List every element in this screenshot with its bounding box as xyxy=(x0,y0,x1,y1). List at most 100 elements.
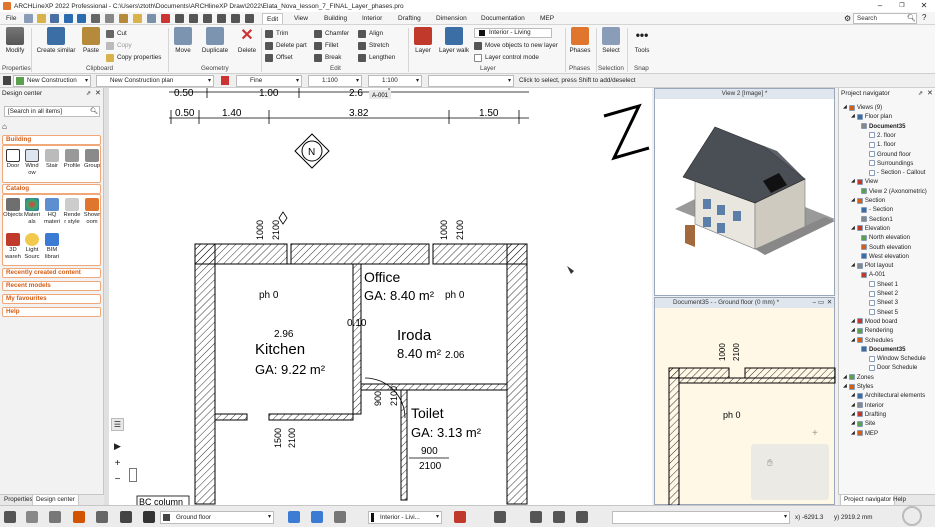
menu-file[interactable]: File xyxy=(2,13,20,24)
navigator-item[interactable]: ◢ Zones xyxy=(843,374,874,381)
view-3d-window[interactable]: View 2 [Image] * xyxy=(654,88,835,296)
align-button[interactable]: Align xyxy=(358,28,383,39)
paste-button[interactable]: Paste xyxy=(80,27,102,54)
quick-undo-icon[interactable] xyxy=(64,14,73,23)
expand-arrow-icon[interactable]: ◢ xyxy=(851,392,855,399)
search-icon[interactable]: 🔍︎ xyxy=(907,14,916,22)
door-tile[interactable]: Door xyxy=(3,149,23,170)
zoom-slider[interactable] xyxy=(129,468,137,482)
hq-materials-tile[interactable]: HQ materi xyxy=(42,198,62,225)
navigator-item[interactable]: ◢ Floor plan xyxy=(851,113,892,120)
expand-arrow-icon[interactable]: ◢ xyxy=(851,178,855,185)
window-tile[interactable]: Wind ow xyxy=(22,149,42,176)
pin-icon[interactable]: ⇗ xyxy=(918,90,923,97)
navigator-item[interactable]: ◢ Interior xyxy=(851,402,884,409)
list-icon[interactable]: ☰ xyxy=(111,418,124,431)
navigator-item[interactable]: ◢ Drafting xyxy=(851,411,886,418)
navigator-item[interactable]: ◢ View xyxy=(851,178,878,185)
play-icon[interactable]: ▶ xyxy=(111,440,124,453)
snap-icon[interactable] xyxy=(494,511,506,523)
scale-select-1[interactable]: 1:100 ▾ xyxy=(308,75,362,87)
tab-building[interactable]: Building xyxy=(320,13,351,24)
navigator-item[interactable]: ◢ Views (9) xyxy=(843,104,882,111)
navigator-item[interactable]: Sheet 2 xyxy=(867,290,898,297)
duplicate-button[interactable]: Duplicate xyxy=(200,27,230,54)
create-similar-button[interactable]: Create similar xyxy=(35,27,77,54)
navigator-item[interactable]: ◢ Plot layout xyxy=(851,262,893,269)
floor-plan-drawing[interactable]: 0.50 1.00 2.6 A-001 0.50 1.40 3.82 1.50 … xyxy=(109,88,652,505)
move-objects-button[interactable]: Move objects to new layer xyxy=(474,40,558,51)
select-button[interactable]: Select xyxy=(600,27,622,54)
pen-icon[interactable] xyxy=(221,76,229,85)
quick-cut-icon[interactable] xyxy=(91,14,100,23)
expand-arrow-icon[interactable]: ◢ xyxy=(851,197,855,204)
pan-hand-icon[interactable]: ✋︎ xyxy=(767,458,773,469)
close-icon[interactable]: ✕ xyxy=(827,298,832,308)
quick-tool-icon-4[interactable] xyxy=(217,14,226,23)
measure-icon[interactable] xyxy=(530,511,542,523)
navigator-item[interactable]: ◢ Styles xyxy=(843,383,873,390)
scale-select-2[interactable]: 1:100 ▾ xyxy=(368,75,422,87)
delete-button[interactable]: ✕ Delete xyxy=(236,27,258,54)
layer-button[interactable]: Layer xyxy=(412,27,434,54)
delete-part-button[interactable]: Delete part xyxy=(265,40,307,51)
expand-arrow-icon[interactable]: ◢ xyxy=(851,327,855,334)
chamfer-button[interactable]: Chamfer xyxy=(314,28,349,39)
close-button[interactable]: ✕ xyxy=(913,0,935,12)
expand-arrow-icon[interactable]: ◢ xyxy=(843,383,847,390)
design-center-search[interactable]: [Search in all items] xyxy=(4,106,100,117)
navigator-item[interactable]: Surroundings xyxy=(867,160,913,167)
trim-button[interactable]: Trim xyxy=(265,28,288,39)
navigator-item[interactable]: ◢ Schedules xyxy=(851,337,893,344)
offset-button[interactable]: Offset xyxy=(265,52,293,63)
expand-arrow-icon[interactable]: ◢ xyxy=(843,374,847,381)
list-icon[interactable] xyxy=(143,511,155,523)
navigator-item[interactable]: Sheet 1 xyxy=(867,281,898,288)
expand-arrow-icon[interactable]: ◢ xyxy=(851,337,855,344)
home-icon[interactable]: ⌂ xyxy=(2,122,11,131)
tab-drafting[interactable]: Drafting xyxy=(394,13,425,24)
navigator-item[interactable]: Window Schedule xyxy=(867,355,926,362)
group-tile[interactable]: Group xyxy=(82,149,102,170)
help-icon[interactable]: ? xyxy=(922,13,926,22)
pen-icon[interactable] xyxy=(96,511,108,523)
navigator-item[interactable]: North elevation xyxy=(859,234,910,241)
render-icon[interactable] xyxy=(73,511,85,523)
recent-models-link[interactable]: Recent models xyxy=(2,281,101,291)
quick-delete-icon[interactable] xyxy=(161,14,170,23)
my-favourites-link[interactable]: My favourites xyxy=(2,294,101,304)
gear-icon[interactable]: ⚙ xyxy=(844,14,851,23)
command-input[interactable]: ▾ xyxy=(612,511,790,524)
minimize-button[interactable]: – xyxy=(869,0,891,12)
navigator-item[interactable]: ◢ Rendering xyxy=(851,327,893,334)
tab-documentation[interactable]: Documentation xyxy=(477,13,529,24)
layer-control-button[interactable]: Layer control mode xyxy=(474,52,539,63)
expand-arrow-icon[interactable]: ◢ xyxy=(851,225,855,232)
navigator-item[interactable]: - Section xyxy=(859,206,893,213)
3d-warehouse-tile[interactable]: 3D wareh xyxy=(3,233,23,260)
layers-icon[interactable] xyxy=(454,511,466,523)
lengthen-button[interactable]: Lengthen xyxy=(358,52,395,63)
tab-interior[interactable]: Interior xyxy=(358,13,386,24)
floor-down-icon[interactable] xyxy=(311,511,323,523)
construction-plan-select[interactable]: New Construction plan ▾ xyxy=(96,75,214,87)
quick-tool-icon-3[interactable] xyxy=(203,14,212,23)
construction-select[interactable]: New Construction ▾ xyxy=(13,75,91,87)
frame-icon[interactable] xyxy=(49,511,61,523)
render-style-tile[interactable]: Rende r style xyxy=(62,198,82,225)
value-input[interactable]: ▾ xyxy=(428,75,514,87)
navigator-item[interactable]: ◢ Elevation xyxy=(851,225,890,232)
close-icon[interactable]: ✕ xyxy=(95,89,101,97)
materials-tile[interactable]: Materi als xyxy=(22,198,42,225)
search-icon[interactable]: 🔍︎ xyxy=(90,107,98,115)
objects-tile[interactable]: Objects xyxy=(3,198,23,219)
navigator-item[interactable]: 1. floor xyxy=(867,141,896,148)
fillet-button[interactable]: Fillet xyxy=(314,40,338,51)
recently-created-link[interactable]: Recently created content xyxy=(2,268,101,278)
zoom-out-icon[interactable]: − xyxy=(111,473,124,486)
expand-arrow-icon[interactable]: ◢ xyxy=(851,420,855,427)
navigator-item[interactable]: Ground floor xyxy=(867,151,911,158)
quick-open-icon[interactable] xyxy=(37,14,46,23)
navigator-item[interactable]: South elevation xyxy=(859,244,911,251)
building-category[interactable]: Building xyxy=(2,135,101,145)
